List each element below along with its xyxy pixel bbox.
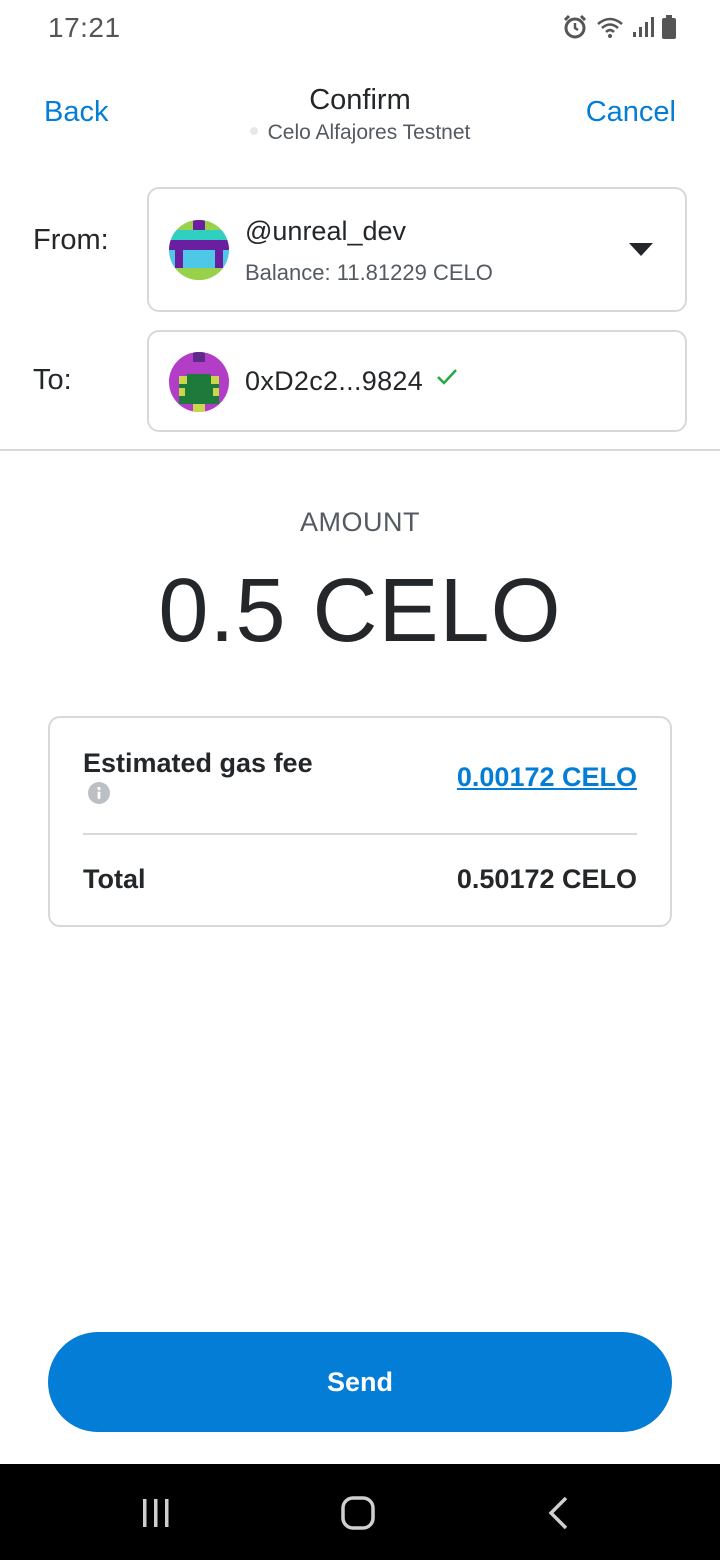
from-account-name: @unreal_dev [245,216,407,246]
from-account-selector[interactable]: @unreal_dev Balance: 11.81229 CELO [147,187,687,312]
from-account-avatar [169,220,229,280]
home-icon[interactable] [340,1495,376,1531]
from-account-balance: Balance: 11.81229 CELO [245,260,493,285]
gas-fee-label: Estimated gas fee [83,748,313,778]
to-label: To: [33,364,72,396]
fee-summary-card: Estimated gas fee 0.00172 CELO Total 0.5… [48,716,672,927]
send-button[interactable]: Send [48,1332,672,1432]
status-icons [562,14,676,40]
total-label: Total [83,864,146,894]
network-name: Celo Alfajores Testnet [267,121,471,144]
recipient-address: 0xD2c2...9824 [245,366,424,396]
signal-icon [632,16,654,38]
confirm-screen: 17:21 Back Confirm Celo Alfajores Testne… [0,0,720,1560]
cancel-button[interactable]: Cancel [586,96,676,129]
chevron-down-icon[interactable] [629,243,653,256]
system-nav-bar [0,1464,720,1560]
fee-divider [83,833,637,835]
check-icon [436,366,458,393]
info-icon[interactable] [88,782,110,809]
recents-icon[interactable] [140,1497,172,1529]
total-value: 0.50172 CELO [456,864,637,894]
battery-icon [662,15,676,39]
to-account-avatar [169,352,229,412]
section-divider [0,449,720,451]
status-bar: 17:21 [0,0,720,60]
amount-value: 0.5 CELO [158,561,562,661]
to-account-field[interactable]: 0xD2c2...9824 [147,330,687,432]
network-status-dot [249,127,258,136]
header: Back Confirm Celo Alfajores Testnet Canc… [0,70,720,160]
gas-fee-value-link[interactable]: 0.00172 CELO [457,762,637,793]
from-label: From: [33,224,109,256]
alarm-icon [562,14,588,40]
back-icon[interactable] [546,1495,570,1531]
status-time: 17:21 [48,12,121,43]
amount-label: AMOUNT [300,507,420,537]
wifi-icon [596,15,624,39]
